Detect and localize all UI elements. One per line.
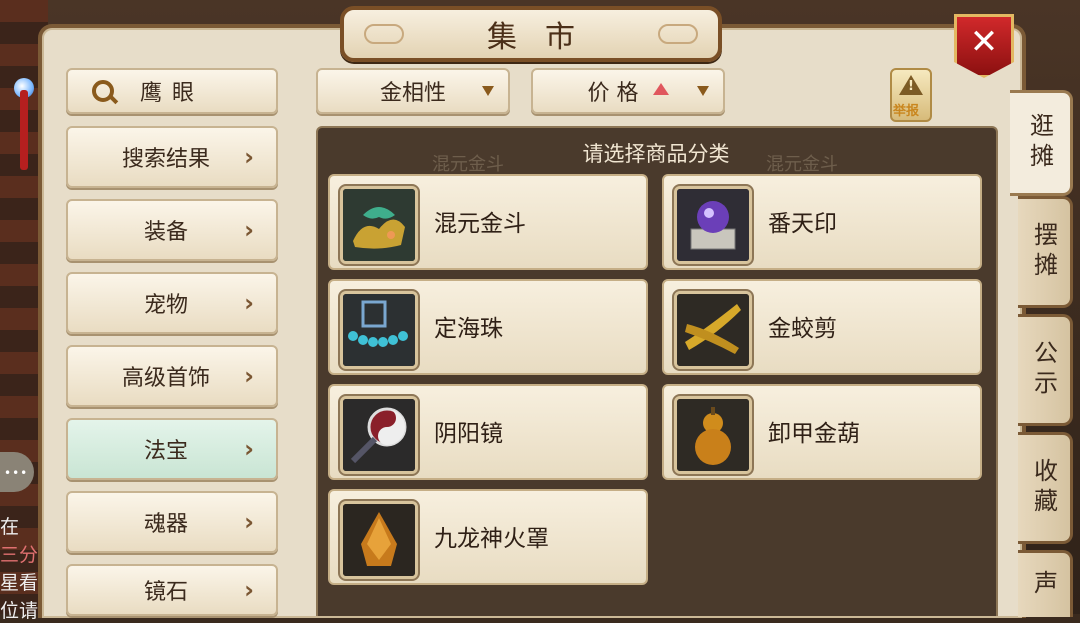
- category-label: 装备: [143, 220, 188, 245]
- tab-favorites[interactable]: 收藏: [1018, 432, 1073, 544]
- nine-dragon-cover-icon: [340, 501, 418, 579]
- tab-label: 声: [1029, 570, 1058, 600]
- category-equipment[interactable]: 装备 ›: [66, 199, 278, 261]
- chevron-right-icon: ›: [244, 362, 254, 390]
- tab-set-up-stall[interactable]: 摆摊: [1018, 196, 1073, 308]
- chevron-right-icon: ›: [244, 576, 254, 604]
- chat-text-1: 在: [0, 516, 20, 538]
- item-name: 定海珠: [434, 316, 503, 342]
- yin-yang-mirror-icon: [340, 396, 418, 474]
- eagle-eye-label: 鹰眼: [139, 81, 204, 106]
- chevron-right-icon: ›: [244, 289, 254, 317]
- chat-text-2: 三分: [0, 544, 39, 566]
- item-card[interactable]: 卸甲金葫: [662, 384, 982, 480]
- chevron-down-icon: [482, 86, 494, 96]
- close-icon: ✕: [969, 22, 999, 62]
- tab-label: 逛摊: [1025, 113, 1054, 173]
- item-name: 金蛟剪: [768, 316, 837, 342]
- item-card[interactable]: 阴阳镜: [328, 384, 648, 480]
- purple-seal-icon: [674, 186, 752, 264]
- item-name: 番天印: [768, 211, 837, 237]
- item-card[interactable]: 九龙神火罩: [328, 489, 648, 585]
- category-label: 高级首饰: [121, 366, 210, 391]
- red-tassel-icon: [20, 90, 28, 170]
- chevron-right-icon: ›: [244, 216, 254, 244]
- item-card[interactable]: 定海珠: [328, 279, 648, 375]
- item-name: 卸甲金葫: [768, 421, 860, 447]
- item-card[interactable]: 金蛟剪: [662, 279, 982, 375]
- category-mirror-stone[interactable]: 镜石 ›: [66, 564, 278, 616]
- price-sort-dropdown[interactable]: 价 格: [531, 68, 725, 114]
- window-title: 集市: [487, 20, 603, 55]
- item-name: 阴阳镜: [434, 421, 503, 447]
- chevron-down-icon: [697, 86, 709, 96]
- category-label: 搜索结果: [121, 147, 210, 172]
- item-card[interactable]: 番天印: [662, 174, 982, 270]
- report-button[interactable]: ! 举报: [890, 68, 932, 122]
- category-label: 镜石: [143, 580, 188, 605]
- price-label: 价 格: [587, 81, 639, 106]
- item-name: 九龙神火罩: [434, 526, 549, 552]
- chevron-right-icon: ›: [244, 143, 254, 171]
- window-title-bar: 集市: [340, 6, 722, 62]
- category-treasure[interactable]: 法宝 ›: [66, 418, 278, 480]
- eagle-eye-search-button[interactable]: 鹰眼: [66, 68, 278, 114]
- chevron-right-icon: ›: [244, 435, 254, 463]
- category-label: 法宝: [143, 439, 188, 464]
- tab-label: 摆摊: [1029, 222, 1058, 282]
- tab-public-notice[interactable]: 公示: [1018, 314, 1073, 426]
- tab-reputation[interactable]: 声: [1018, 550, 1073, 617]
- tab-browse-stalls[interactable]: 逛摊: [1010, 90, 1073, 196]
- item-name: 混元金斗: [434, 211, 526, 237]
- category-search-results[interactable]: 搜索结果 ›: [66, 126, 278, 188]
- category-soul-artifact[interactable]: 魂器 ›: [66, 491, 278, 553]
- category-prompt: 请选择商品分类: [582, 142, 730, 166]
- chat-text-3: 星看: [0, 572, 39, 594]
- tab-label: 收藏: [1029, 458, 1058, 518]
- cloud-ornament-icon: [658, 24, 698, 44]
- chat-text-4: 位请: [0, 600, 39, 622]
- golden-gourd-icon: [674, 396, 752, 474]
- cloud-ornament-icon: [364, 24, 404, 44]
- category-label: 魂器: [143, 512, 188, 537]
- golden-scissors-icon: [674, 291, 752, 369]
- golden-dragon-bowl-icon: [340, 186, 418, 264]
- category-pets[interactable]: 宠物 ›: [66, 272, 278, 334]
- item-card[interactable]: 混元金斗: [328, 174, 648, 270]
- attribute-dropdown[interactable]: 金相性: [316, 68, 510, 114]
- tab-label: 公示: [1029, 340, 1058, 400]
- attribute-value: 金相性: [379, 81, 446, 106]
- category-jewelry[interactable]: 高级首饰 ›: [66, 345, 278, 407]
- chevron-right-icon: ›: [244, 508, 254, 536]
- report-label: 举报: [893, 104, 920, 119]
- sort-up-arrow-icon: [652, 83, 669, 95]
- category-label: 宠物: [143, 293, 188, 318]
- search-icon: [92, 80, 114, 102]
- blue-bead-string-icon: [340, 291, 418, 369]
- chat-bubble-button[interactable]: •••: [0, 452, 34, 492]
